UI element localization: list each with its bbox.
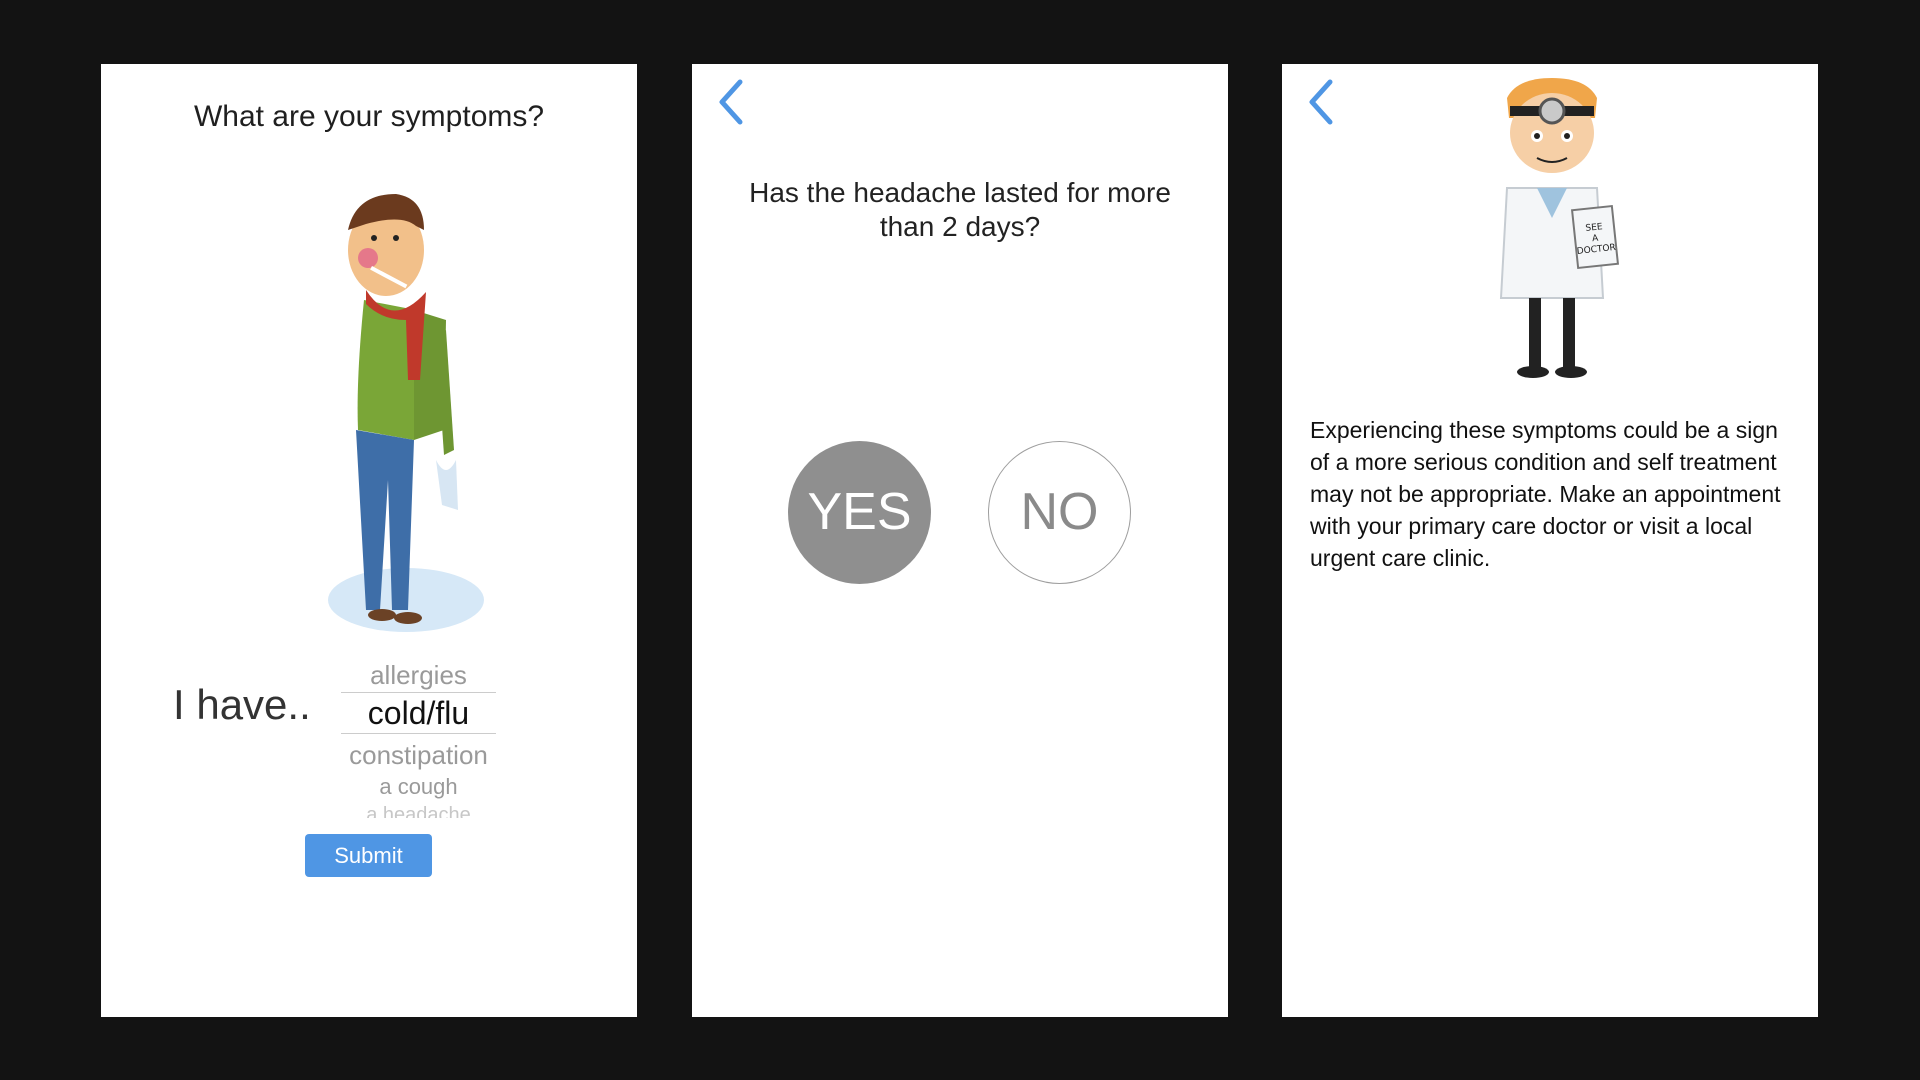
yes-button[interactable]: YES xyxy=(788,441,931,584)
picker-option[interactable]: allergies xyxy=(341,660,496,691)
sick-man-illustration xyxy=(328,194,484,632)
doctor-illustration: SEE A DOCTOR xyxy=(1499,78,1620,378)
chevron-left-icon xyxy=(1309,79,1333,125)
chevron-left-icon xyxy=(719,79,743,125)
picker-option-selected[interactable]: cold/flu xyxy=(341,692,496,734)
svg-text:SEE: SEE xyxy=(1585,222,1603,234)
no-button[interactable]: NO xyxy=(988,441,1131,584)
question-text: Has the headache lasted for more than 2 … xyxy=(749,177,1171,242)
picker-option[interactable]: a headache xyxy=(341,804,496,818)
i-have-label: I have.. xyxy=(173,681,311,728)
picker-option[interactable]: constipation xyxy=(341,740,496,771)
page-title: What are your symptoms? xyxy=(193,100,545,133)
submit-button[interactable]: Submit xyxy=(305,834,432,877)
result-message: Experiencing these symptoms could be a s… xyxy=(1310,417,1781,571)
picker-option[interactable]: a cough xyxy=(341,774,496,800)
result-screen: SEE A DOCTOR Experiencing these symptoms… xyxy=(1282,64,1818,1017)
symptoms-screen: What are your symptoms? I have.. allergi… xyxy=(101,64,637,1017)
back-button[interactable] xyxy=(712,74,752,130)
question-screen: Has the headache lasted for more than 2 … xyxy=(692,64,1228,1017)
symptom-picker[interactable]: allergies cold/flu constipation a cough … xyxy=(341,654,496,864)
back-button[interactable] xyxy=(1302,74,1342,130)
